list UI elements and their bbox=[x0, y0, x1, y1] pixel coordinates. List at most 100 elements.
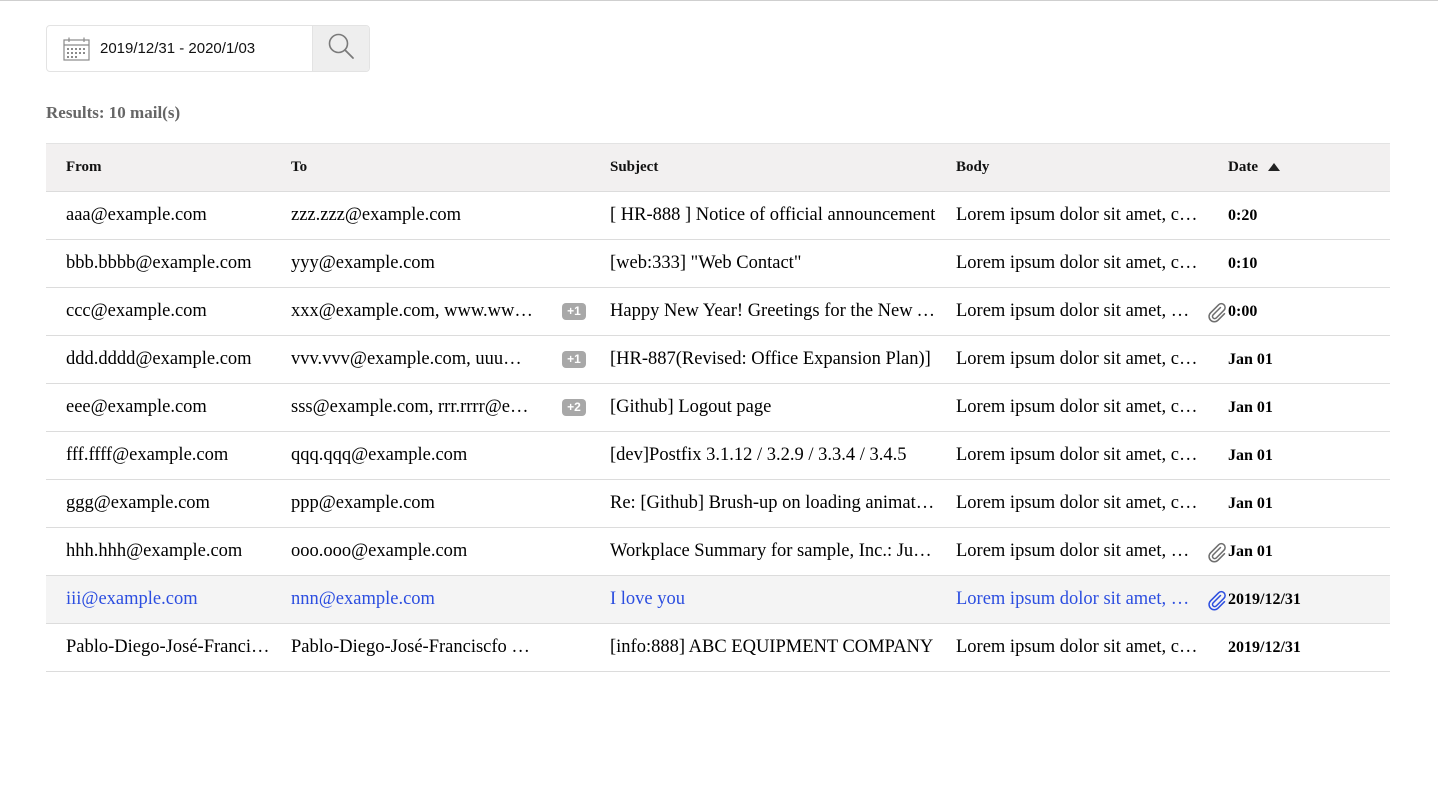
cell-date: 0:20 bbox=[1228, 206, 1258, 224]
cell-to-text: yyy@example.com bbox=[291, 253, 435, 273]
sort-up-icon[interactable] bbox=[1268, 159, 1280, 176]
cell-body: Lorem ipsum dolor sit amet, consectetur bbox=[936, 528, 1228, 576]
cell-from: bbb.bbbb@example.com bbox=[66, 253, 252, 273]
cell-subject: [dev]Postfix 3.1.12 / 3.2.9 / 3.3.4 / 3.… bbox=[610, 445, 907, 465]
top-divider bbox=[0, 0, 1438, 1]
cell-to: qqq.qqq@example.com bbox=[271, 432, 590, 480]
table-row[interactable]: ddd.dddd@example.com vvv.vvv@example.com,… bbox=[46, 336, 1390, 384]
cell-body-text: Lorem ipsum dolor sit amet, consectetur bbox=[956, 349, 1199, 369]
cell-body-text: Lorem ipsum dolor sit amet, consectetur bbox=[956, 589, 1192, 609]
cell-from: eee@example.com bbox=[66, 397, 207, 417]
recipient-count-badge: +2 bbox=[562, 399, 586, 416]
column-header-date-label: Date bbox=[1228, 158, 1258, 175]
cell-from: hhh.hhh@example.com bbox=[66, 541, 243, 561]
date-search-bar: 2019/12/31 - 2020/1/03 bbox=[46, 25, 370, 72]
column-header-to[interactable]: To bbox=[271, 144, 590, 192]
cell-subject: [info:888] ABC EQUIPMENT COMPANY bbox=[610, 637, 934, 657]
cell-body-text: Lorem ipsum dolor sit amet, consectetur bbox=[956, 493, 1199, 513]
calendar-icon[interactable] bbox=[63, 37, 90, 61]
cell-date: Jan 01 bbox=[1228, 398, 1273, 416]
cell-body: Lorem ipsum dolor sit amet, consectetur bbox=[936, 288, 1228, 336]
cell-date: Jan 01 bbox=[1228, 542, 1273, 560]
cell-to: ppp@example.com bbox=[271, 480, 590, 528]
date-range-value[interactable]: 2019/12/31 - 2020/1/03 bbox=[100, 40, 255, 57]
cell-body-text: Lorem ipsum dolor sit amet, consectetur bbox=[956, 445, 1199, 465]
column-header-subject[interactable]: Subject bbox=[590, 144, 936, 192]
cell-subject: [Github] Logout page bbox=[610, 397, 772, 417]
table-row[interactable]: ccc@example.com xxx@example.com, www.www@… bbox=[46, 288, 1390, 336]
table-row[interactable]: Pablo-Diego-José-Francisco de Paula Pablo… bbox=[46, 624, 1390, 672]
recipient-count-badge: +1 bbox=[562, 303, 586, 320]
cell-to-text: vvv.vvv@example.com, uuu@example.com bbox=[291, 349, 536, 369]
cell-to: nnn@example.com bbox=[271, 576, 590, 624]
cell-body: Lorem ipsum dolor sit amet, consectetur bbox=[936, 576, 1228, 624]
cell-body: Lorem ipsum dolor sit amet, consectetur bbox=[936, 432, 1228, 480]
cell-body: Lorem ipsum dolor sit amet, consectetur bbox=[936, 336, 1228, 384]
column-header-from[interactable]: From bbox=[46, 144, 271, 192]
cell-from: aaa@example.com bbox=[66, 205, 207, 225]
cell-to-text: nnn@example.com bbox=[291, 589, 435, 609]
cell-body: Lorem ipsum dolor sit amet, consectetur bbox=[936, 480, 1228, 528]
cell-body-text: Lorem ipsum dolor sit amet, consectetur bbox=[956, 301, 1192, 321]
cell-to: ooo.ooo@example.com bbox=[271, 528, 590, 576]
cell-date: 0:00 bbox=[1228, 302, 1258, 320]
cell-date: Jan 01 bbox=[1228, 350, 1273, 368]
cell-from: ccc@example.com bbox=[66, 301, 207, 321]
table-row[interactable]: ggg@example.com ppp@example.com Re: [Githu… bbox=[46, 480, 1390, 528]
cell-to-text: ooo.ooo@example.com bbox=[291, 541, 468, 561]
column-header-date[interactable]: Date bbox=[1228, 144, 1390, 192]
cell-subject: [ HR-888 ] Notice of official announceme… bbox=[610, 205, 936, 225]
attachment-icon bbox=[1206, 541, 1228, 563]
table-row[interactable]: eee@example.com sss@example.com, rrr.rrrr… bbox=[46, 384, 1390, 432]
table-row[interactable]: aaa@example.com zzz.zzz@example.com [ HR-8… bbox=[46, 192, 1390, 240]
cell-body: Lorem ipsum dolor sit amet, consectetur bbox=[936, 240, 1228, 288]
table-header: From To Subject Body Date bbox=[46, 143, 1390, 192]
attachment-icon bbox=[1206, 589, 1228, 611]
cell-to-text: zzz.zzz@example.com bbox=[291, 205, 462, 225]
cell-body: Lorem ipsum dolor sit amet, consectetur bbox=[936, 624, 1228, 672]
cell-subject: Re: [Github] Brush-up on loading animati… bbox=[610, 493, 936, 513]
cell-subject: Workplace Summary for sample, Inc.: Jun … bbox=[610, 541, 936, 561]
search-icon[interactable] bbox=[327, 32, 355, 65]
cell-to: xxx@example.com, www.www@example.com +1 bbox=[271, 288, 590, 336]
table-row[interactable]: hhh.hhh@example.com ooo.ooo@example.com Wo… bbox=[46, 528, 1390, 576]
cell-from: Pablo-Diego-José-Francisco de Paula bbox=[66, 637, 271, 657]
table-row[interactable]: fff.ffff@example.com qqq.qqq@example.com [… bbox=[46, 432, 1390, 480]
cell-from: ggg@example.com bbox=[66, 493, 210, 513]
results-count: Results: 10 mail(s) bbox=[46, 103, 181, 122]
cell-to-text: sss@example.com, rrr.rrrr@example.com bbox=[291, 397, 536, 417]
cell-to-text: ppp@example.com bbox=[291, 493, 435, 513]
cell-date: 0:10 bbox=[1228, 254, 1258, 272]
cell-date: 2019/12/31 bbox=[1228, 590, 1301, 608]
cell-from: iii@example.com bbox=[66, 589, 198, 609]
cell-body-text: Lorem ipsum dolor sit amet, consectetur bbox=[956, 205, 1199, 225]
cell-body-text: Lorem ipsum dolor sit amet, consectetur bbox=[956, 637, 1199, 657]
recipient-count-badge: +1 bbox=[562, 351, 586, 368]
table-row[interactable]: iii@example.com nnn@example.com I love you… bbox=[46, 575, 1390, 624]
cell-from: fff.ffff@example.com bbox=[66, 445, 229, 465]
column-header-body[interactable]: Body bbox=[936, 144, 1228, 192]
mail-table: From To Subject Body Date aaa@example.co… bbox=[46, 143, 1390, 672]
table-row[interactable]: bbb.bbbb@example.com yyy@example.com [web:… bbox=[46, 240, 1390, 288]
cell-from: ddd.dddd@example.com bbox=[66, 349, 252, 369]
cell-body-text: Lorem ipsum dolor sit amet, consectetur bbox=[956, 253, 1199, 273]
cell-subject: [web:333] "Web Contact" bbox=[610, 253, 802, 273]
cell-body: Lorem ipsum dolor sit amet, consectetur bbox=[936, 384, 1228, 432]
cell-to: Pablo-Diego-José-Franciscfo de Paula bbox=[271, 624, 590, 672]
cell-date: Jan 01 bbox=[1228, 494, 1273, 512]
cell-date: Jan 01 bbox=[1228, 446, 1273, 464]
cell-to: yyy@example.com bbox=[271, 240, 590, 288]
cell-to: zzz.zzz@example.com bbox=[271, 192, 590, 240]
date-range-field[interactable]: 2019/12/31 - 2020/1/03 bbox=[47, 26, 312, 71]
cell-to-text: Pablo-Diego-José-Franciscfo de Paula bbox=[291, 637, 536, 657]
cell-to: sss@example.com, rrr.rrrr@example.com +2 bbox=[271, 384, 590, 432]
cell-to-text: qqq.qqq@example.com bbox=[291, 445, 468, 465]
search-button[interactable] bbox=[312, 26, 369, 71]
attachment-icon bbox=[1206, 301, 1228, 323]
cell-date: 2019/12/31 bbox=[1228, 638, 1301, 656]
cell-body-text: Lorem ipsum dolor sit amet, consectetur bbox=[956, 541, 1192, 561]
cell-to-text: xxx@example.com, www.www@example.com bbox=[291, 301, 536, 321]
cell-subject: [HR-887(Revised: Office Expansion Plan)] bbox=[610, 349, 931, 369]
cell-body-text: Lorem ipsum dolor sit amet, consectetur bbox=[956, 397, 1199, 417]
cell-subject: I love you bbox=[610, 589, 686, 609]
